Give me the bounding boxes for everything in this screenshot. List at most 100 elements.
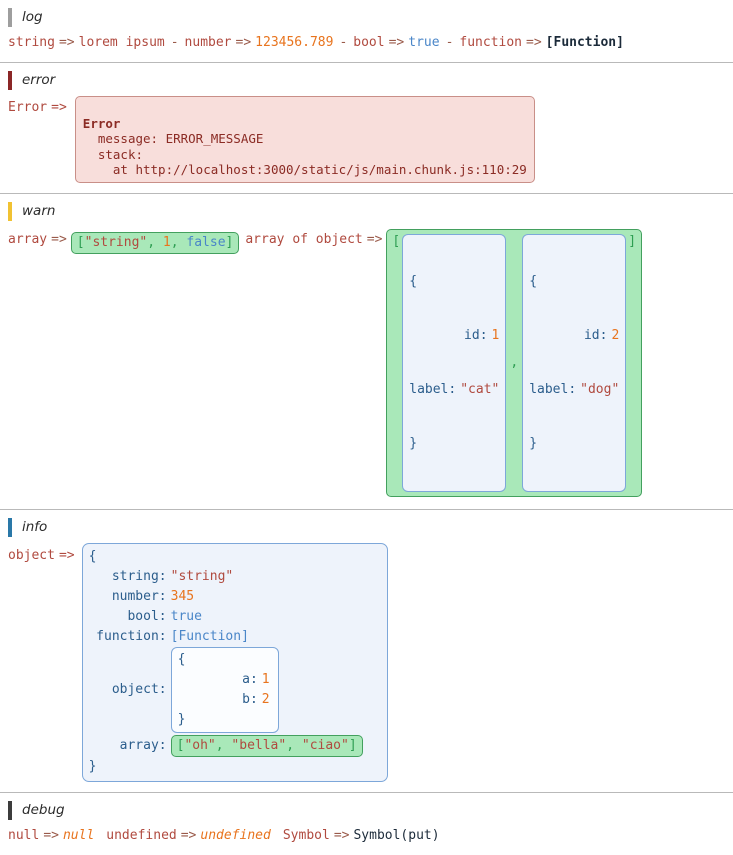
info-object-arrow: => [58, 547, 75, 563]
log-entry-function: function => [Function] [459, 35, 624, 50]
log-entry-string-value: lorem ipsum [78, 35, 165, 50]
debug-level-tag: debug [8, 800, 65, 820]
array-close-bracket: ] [225, 234, 234, 250]
aoo-object-1-value-label: "dog" [580, 381, 620, 397]
console-section-info: info object => { string: "string" number… [0, 510, 733, 793]
debug-entry-undefined: undefined => undefined [106, 828, 271, 843]
log-entry-number-arrow: => [235, 35, 252, 50]
log-entry-function-value: [Function] [545, 35, 624, 50]
log-entry-bool-value: true [408, 35, 440, 50]
info-object-pair-function: function: [Function] [89, 627, 379, 647]
info-array-open-bracket: [ [176, 737, 185, 753]
console-section-log: log string => lorem ipsum - number => 12… [0, 0, 733, 63]
log-entry-function-arrow: => [526, 35, 542, 50]
info-array-item-1: "bella" [231, 737, 287, 753]
info-object-pair-number: number: 345 [89, 587, 379, 607]
aoo-object-0-value-label: "cat" [460, 381, 500, 397]
info-nested-array-chip: ["oh", "bella", "ciao"] [170, 734, 363, 757]
array-item-0: "string" [84, 234, 148, 250]
info-object-pair-nested-object: object: { a: 1 b: 2 } [89, 646, 379, 733]
log-entry-number-label: number [184, 35, 232, 50]
info-object-value-string: "string" [170, 568, 234, 584]
log-entries: string => lorem ipsum - number => 123456… [0, 31, 733, 62]
console-section-debug: debug null => null undefined => undefine… [0, 793, 733, 855]
info-entry-object: object => { string: "string" number: 345… [0, 541, 733, 792]
warn-array-of-object-label: array of object [245, 231, 363, 247]
log-level-tag: log [8, 8, 43, 27]
console-section-warn: warn array => ["string", 1, false] array… [0, 194, 733, 510]
error-entry: Error => Error message: ERROR_MESSAGE st… [0, 94, 733, 193]
log-entry-string-arrow: => [58, 35, 75, 50]
debug-undefined-label: undefined [106, 827, 177, 843]
debug-null-label: null [8, 827, 40, 843]
log-entry-string: string => lorem ipsum [8, 35, 165, 50]
array-item-2: false [186, 234, 226, 250]
warn-entries: array => ["string", 1, false] array of o… [0, 225, 733, 509]
aoo-object-0-pair-id: id: 1 [409, 327, 499, 345]
aoo-object-0-open-brace: { [409, 273, 418, 289]
debug-null-arrow: => [43, 827, 59, 843]
aoo-object-1-key-label: label: [529, 381, 577, 397]
warn-array-arrow: => [51, 231, 67, 247]
aoo-object-1-value-id: 2 [611, 327, 620, 343]
debug-symbol-label: Symbol [282, 827, 330, 843]
aoo-object-1-pair-id: id: 2 [529, 327, 619, 345]
info-object-pair-string: string: "string" [89, 567, 379, 587]
info-object-value-function: [Function] [170, 628, 249, 644]
log-separator-2: - [339, 35, 348, 50]
info-nested-object-box: { a: 1 b: 2 } [170, 646, 279, 733]
info-object-pair-bool: bool: true [89, 607, 379, 627]
warn-entry-array-of-object: array of object => [239, 229, 386, 247]
aoo-object-0: { id: 1 label: "cat" } [402, 233, 507, 492]
warn-array-label: array [8, 231, 48, 247]
array-open-bracket: [ [76, 234, 85, 250]
info-object-open-brace: { [88, 548, 97, 564]
array-comma-0: , [147, 234, 156, 250]
debug-undefined-arrow: => [180, 827, 197, 843]
log-entry-number-value: 123456.789 [255, 35, 334, 50]
error-entry-label: Error [8, 100, 48, 115]
aoo-open-bracket: [ [392, 233, 401, 249]
aoo-object-0-pair-label: label: "cat" [409, 381, 499, 399]
aoo-object-0-key-label: label: [409, 381, 457, 397]
info-object-value-bool: true [170, 608, 202, 624]
error-stack-box: Error message: ERROR_MESSAGE stack: at h… [74, 96, 535, 183]
info-object-pair-nested-array: array: ["oh", "bella", "ciao"] [89, 733, 379, 757]
info-array-item-2: "ciao" [301, 737, 349, 753]
warn-entry-array: array => ["string", 1, false] [8, 229, 240, 254]
info-nested-pair-b: b: 2 [178, 690, 270, 710]
log-entry-bool-label: bool [353, 35, 385, 50]
aoo-object-1-close-brace: } [529, 435, 538, 451]
info-object-box: { string: "string" number: 345 bool: tru… [81, 542, 388, 782]
aoo-object-1-open-brace: { [529, 273, 538, 289]
info-nested-value-b: 2 [261, 691, 270, 707]
error-box-stack-frame: at http://localhost:3000/static/js/main.… [82, 162, 527, 177]
aoo-object-1: { id: 2 label: "dog" } [522, 233, 627, 492]
aoo-object-0-value-id: 1 [491, 327, 500, 343]
log-entry-string-label: string [8, 35, 55, 50]
error-level-tag: error [8, 71, 55, 90]
aoo-close-bracket: ] [628, 233, 637, 249]
info-object-key-nested-object: object: [111, 681, 167, 697]
debug-entry-symbol: Symbol => Symbol(put) [283, 828, 440, 843]
debug-undefined-value: undefined [200, 827, 271, 843]
log-entry-bool-arrow: => [388, 35, 405, 50]
warn-level-header-row: warn [0, 194, 733, 225]
info-level-header-row: info [0, 510, 733, 541]
info-object-label: object [8, 547, 55, 563]
log-entry-number: number => 123456.789 [185, 35, 334, 50]
aoo-object-1-key-id: id: [583, 327, 608, 343]
aoo-object-0-key-id: id: [464, 327, 488, 343]
aoo-comma: , [510, 355, 519, 370]
array-comma-1: , [170, 234, 179, 250]
warn-level-tag: warn [8, 201, 55, 221]
info-object-key-function: function: [96, 628, 167, 644]
aoo-object-0-close-brace: } [409, 435, 418, 451]
info-object-key-string: string: [111, 568, 167, 584]
debug-entries: null => null undefined => undefined Symb… [0, 824, 733, 855]
info-array-comma-0: , [215, 737, 224, 753]
debug-entry-null: null => null [8, 828, 94, 843]
error-box-stack-line: stack: [82, 146, 144, 162]
error-entry-arrow: => [51, 100, 67, 115]
info-nested-open-brace: { [177, 651, 186, 667]
